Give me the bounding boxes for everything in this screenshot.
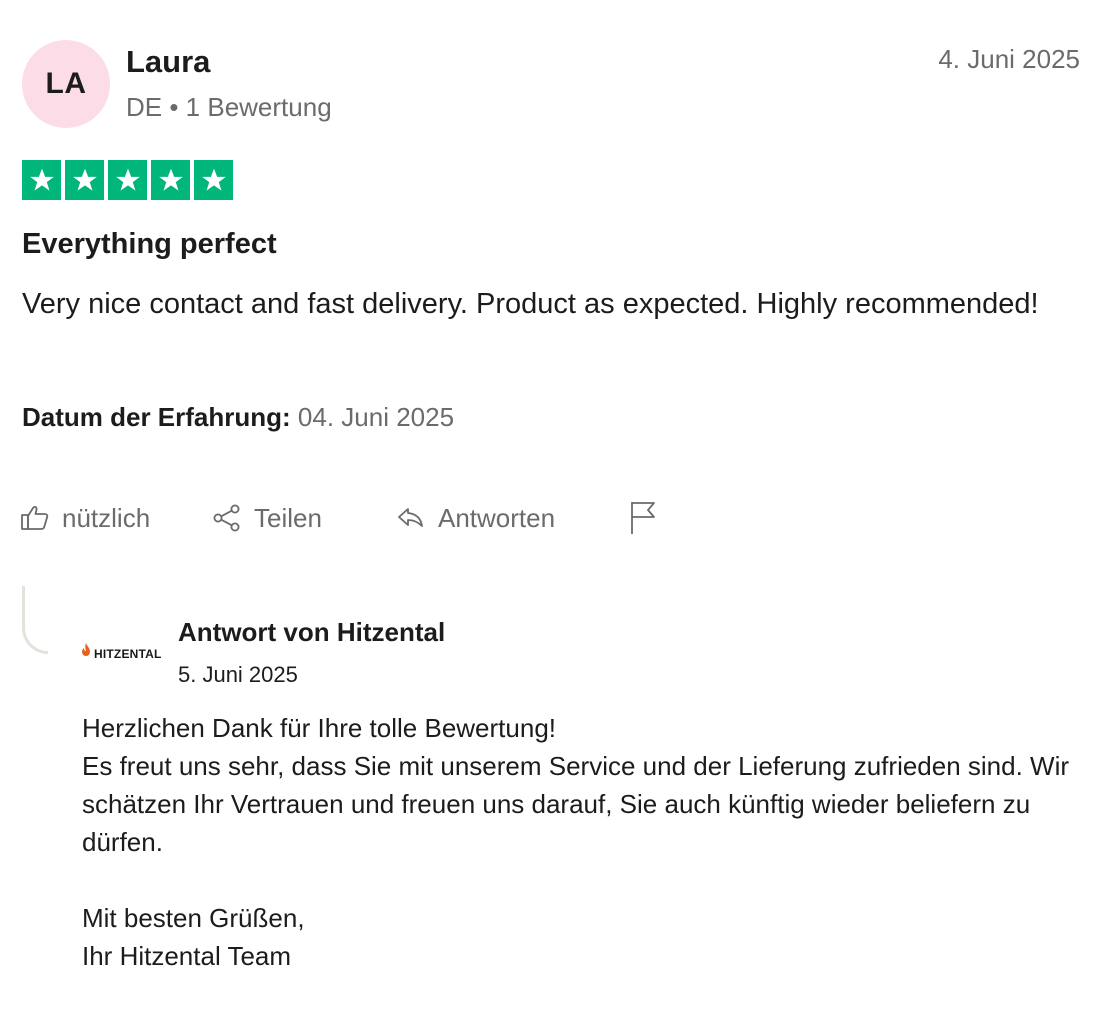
star-icon bbox=[22, 160, 61, 200]
company-logo: HITZENTAL bbox=[80, 642, 162, 665]
star-icon bbox=[194, 160, 233, 200]
review-body: Very nice contact and fast delivery. Pro… bbox=[22, 288, 1039, 320]
review-title: Everything perfect bbox=[22, 228, 277, 260]
reply-date: 5. Juni 2025 bbox=[178, 662, 298, 687]
experience-value: 04. Juni 2025 bbox=[297, 402, 455, 432]
reply-icon bbox=[396, 503, 426, 533]
reviewer-name[interactable]: Laura bbox=[126, 44, 210, 80]
reply-line: Herzlichen Dank für Ihre tolle Bewertung… bbox=[82, 713, 557, 743]
useful-button[interactable]: nützlich bbox=[20, 498, 150, 538]
reply-line: Es freut uns sehr, dass Sie mit unserem … bbox=[82, 751, 1070, 857]
reply-title: Antwort von Hitzental bbox=[178, 617, 446, 647]
thumbs-up-icon bbox=[20, 503, 50, 533]
experience-label: Datum der Erfahrung: bbox=[22, 402, 291, 432]
useful-label: nützlich bbox=[62, 502, 151, 533]
share-label: Teilen bbox=[254, 502, 322, 533]
star-icon bbox=[108, 160, 147, 200]
avatar[interactable]: LA bbox=[22, 40, 110, 128]
reply-label: Antworten bbox=[438, 502, 556, 533]
report-button[interactable] bbox=[628, 498, 658, 538]
review-date: 4. Juni 2025 bbox=[938, 44, 1080, 74]
reply-line: Mit besten Grüßen, bbox=[82, 903, 305, 933]
flag-icon bbox=[628, 500, 658, 536]
avatar-initials: LA bbox=[45, 67, 87, 100]
reviewer-meta: DE • 1 Bewertung bbox=[126, 92, 332, 122]
share-button[interactable]: Teilen bbox=[212, 498, 322, 538]
star-rating bbox=[22, 160, 233, 200]
experience-date: Datum der Erfahrung: 04. Juni 2025 bbox=[22, 402, 454, 433]
star-icon bbox=[65, 160, 104, 200]
reply-body: Herzlichen Dank für Ihre tolle Bewertung… bbox=[82, 709, 1082, 975]
reply-connector bbox=[22, 586, 48, 654]
flame-icon bbox=[80, 642, 92, 665]
reply-button[interactable]: Antworten bbox=[396, 498, 555, 538]
star-icon bbox=[151, 160, 190, 200]
reply-line: Ihr Hitzental Team bbox=[82, 941, 292, 971]
company-logo-text: HITZENTAL bbox=[94, 646, 162, 661]
share-icon bbox=[212, 503, 242, 533]
